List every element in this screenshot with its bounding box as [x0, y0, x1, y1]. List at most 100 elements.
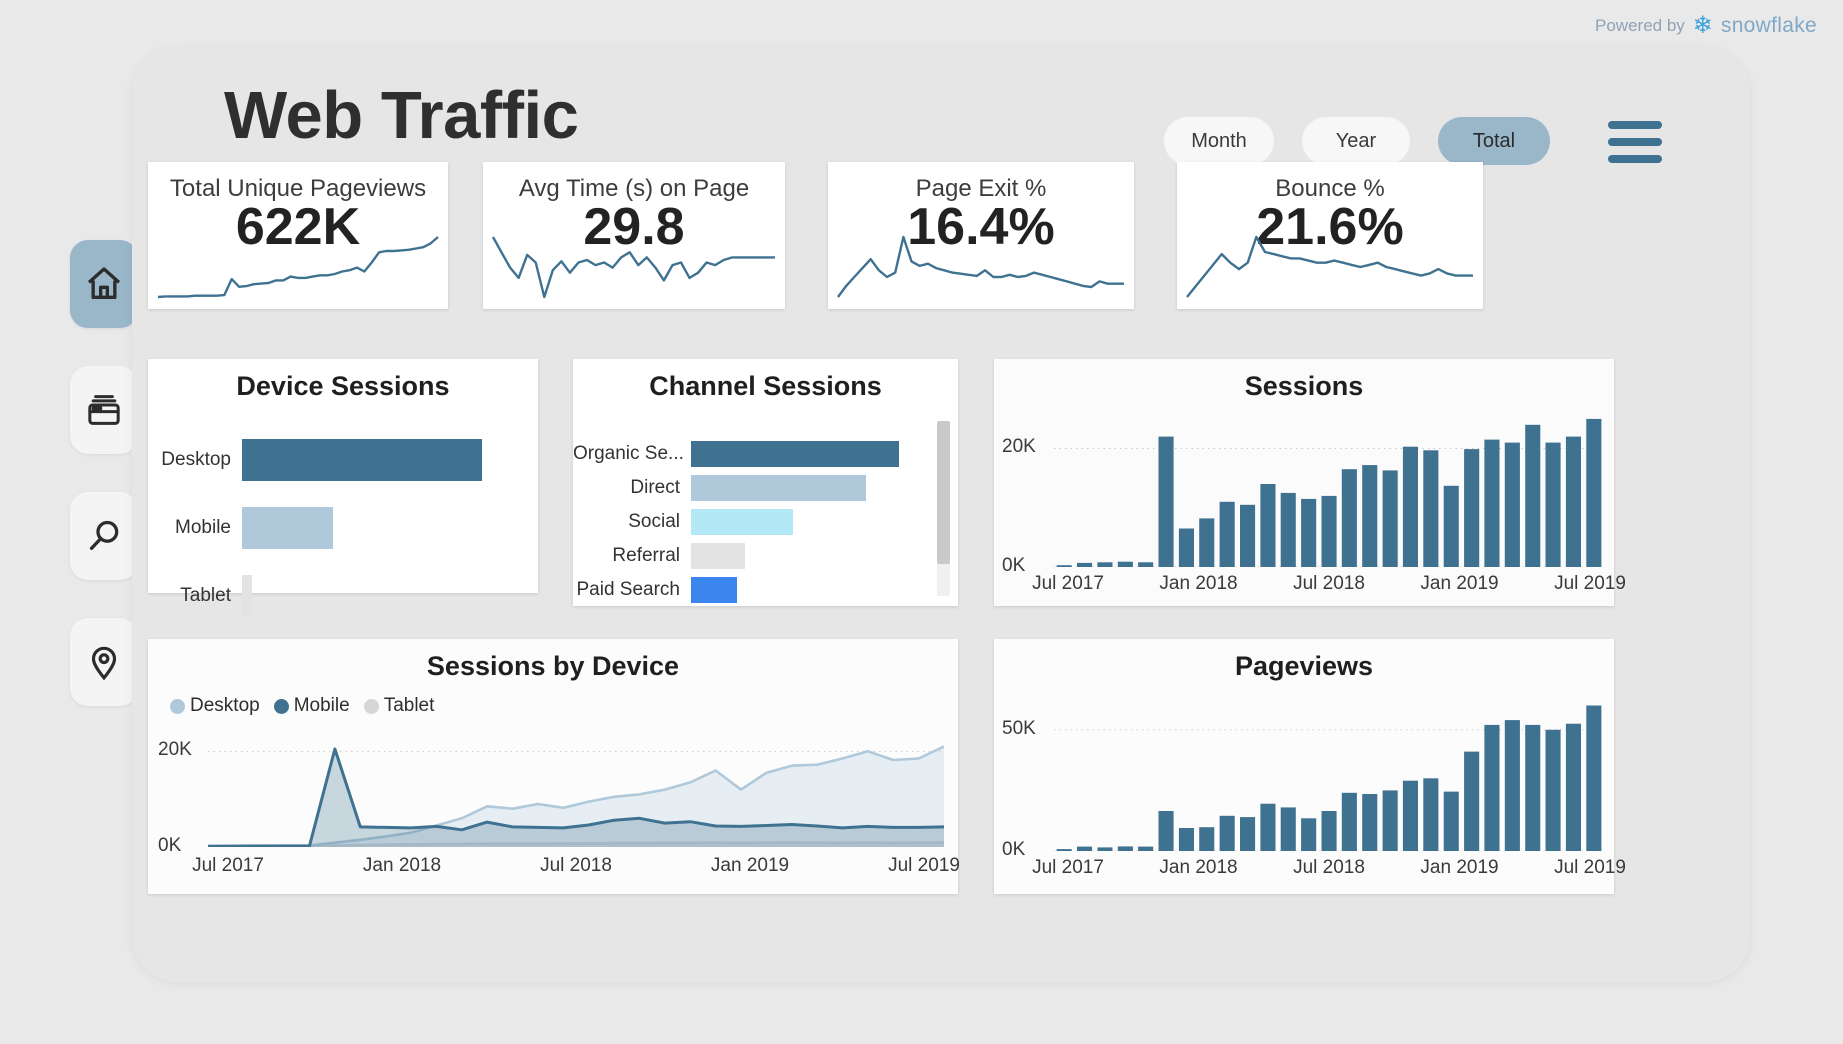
bar-row[interactable]: Organic Se... — [573, 441, 928, 467]
chart-card-device-sessions: Device Sessions Desktop Mobile Tablet — [148, 359, 538, 617]
sidebar-item-browser[interactable] — [70, 366, 138, 454]
bar[interactable] — [1240, 817, 1256, 851]
bar[interactable] — [1464, 449, 1480, 567]
bar[interactable] — [1423, 450, 1439, 567]
sidebar-item-home[interactable] — [70, 240, 138, 328]
bar[interactable] — [1199, 827, 1215, 851]
filter-total-button[interactable]: Total — [1438, 117, 1550, 165]
bar-row[interactable]: Paid Search — [573, 577, 928, 603]
bar[interactable] — [1117, 846, 1133, 851]
bar[interactable] — [1484, 439, 1500, 567]
bar-row[interactable]: Direct — [573, 475, 928, 501]
bar[interactable] — [1178, 828, 1194, 851]
bar-row[interactable]: Mobile — [148, 507, 538, 549]
bar[interactable] — [1138, 562, 1154, 567]
filter-year-button[interactable]: Year — [1302, 117, 1410, 165]
bar[interactable] — [1443, 791, 1459, 851]
bar[interactable] — [1158, 436, 1174, 567]
bar[interactable] — [691, 577, 737, 603]
bar[interactable] — [1077, 562, 1093, 567]
x-axis-tick-label: Jan 2018 — [1159, 573, 1238, 594]
bar[interactable] — [1341, 792, 1357, 851]
legend-item[interactable]: Mobile — [273, 695, 350, 717]
bar[interactable] — [1402, 780, 1418, 851]
sidebar-item-search[interactable] — [70, 492, 138, 580]
bar-label: Tablet — [180, 585, 231, 606]
bar[interactable] — [242, 507, 334, 549]
bar[interactable] — [1178, 528, 1194, 568]
bar[interactable] — [1301, 818, 1317, 851]
bar[interactable] — [1504, 442, 1520, 567]
bar[interactable] — [1117, 561, 1133, 567]
bar[interactable] — [1240, 504, 1256, 567]
kpi-card-bounce: Bounce % 21.6% — [1177, 162, 1483, 309]
bar[interactable] — [242, 575, 252, 617]
bar[interactable] — [1443, 485, 1459, 567]
bar[interactable] — [691, 543, 746, 569]
legend-item[interactable]: Desktop — [170, 695, 260, 717]
bar[interactable] — [1382, 470, 1398, 567]
x-axis-tick-label: Jan 2018 — [1159, 857, 1238, 878]
bar[interactable] — [691, 509, 793, 535]
bar[interactable] — [1219, 501, 1235, 567]
bar[interactable] — [1097, 562, 1113, 567]
bar[interactable] — [1077, 846, 1093, 851]
bar[interactable] — [1321, 495, 1337, 567]
bar[interactable] — [1341, 469, 1357, 567]
bar[interactable] — [691, 475, 866, 501]
bar[interactable] — [1545, 442, 1561, 567]
bar[interactable] — [1362, 794, 1378, 851]
dashboard-panel: Web Traffic Month Year Total Total Uniqu… — [132, 47, 1750, 982]
bar-row[interactable]: Referral — [573, 543, 928, 569]
bar[interactable] — [1402, 446, 1418, 567]
bar[interactable] — [1484, 724, 1500, 851]
bar[interactable] — [691, 441, 899, 467]
bar-row[interactable]: Desktop — [148, 439, 538, 481]
channel-scrollbar[interactable] — [937, 421, 950, 596]
bar[interactable] — [1525, 724, 1541, 851]
search-icon — [84, 516, 124, 556]
bar[interactable] — [1199, 518, 1215, 567]
bar[interactable] — [1158, 811, 1174, 851]
bar[interactable] — [1586, 418, 1602, 567]
filter-month-button[interactable]: Month — [1164, 117, 1274, 165]
bar[interactable] — [1565, 723, 1581, 851]
bar[interactable] — [1545, 729, 1561, 851]
bar[interactable] — [1525, 424, 1541, 567]
chart-card-pageviews: Pageviews 0K 50K Jul 2017 Jan 2018 Jul 2018… — [994, 639, 1626, 894]
bar[interactable] — [1382, 790, 1398, 851]
bar[interactable] — [1301, 498, 1317, 567]
bar[interactable] — [1280, 492, 1296, 567]
bar[interactable] — [1260, 484, 1276, 567]
bar[interactable] — [1504, 720, 1520, 851]
bar[interactable] — [1423, 778, 1439, 851]
bar[interactable] — [1056, 565, 1072, 567]
bar-label: Organic Se... — [573, 443, 684, 464]
x-axis-tick-label: Jan 2019 — [710, 855, 790, 876]
legend-label: Desktop — [190, 695, 260, 716]
bar[interactable] — [1138, 846, 1154, 851]
bar-row[interactable]: Social — [573, 509, 928, 535]
bar[interactable] — [1321, 811, 1337, 851]
bar[interactable] — [1056, 849, 1072, 851]
channel-scrollbar-thumb[interactable] — [937, 421, 950, 564]
x-axis-tick-label: Jul 2019 — [1554, 573, 1626, 594]
bar[interactable] — [1586, 705, 1602, 852]
bar[interactable] — [1260, 803, 1276, 851]
legend-item[interactable]: Tablet — [363, 695, 434, 717]
x-axis-tick-label: Jan 2018 — [362, 855, 442, 876]
sparkline-avg-time-on-page — [491, 236, 775, 299]
page-title: Web Traffic — [224, 78, 579, 153]
bar[interactable] — [1464, 751, 1480, 851]
bar[interactable] — [1565, 436, 1581, 567]
bar[interactable] — [1280, 807, 1296, 851]
sparkline-bounce — [1186, 235, 1473, 298]
bar[interactable] — [242, 439, 482, 481]
bar-row[interactable]: Tablet — [148, 575, 538, 617]
hamburger-menu-icon[interactable] — [1608, 121, 1662, 163]
sidebar-item-location[interactable] — [70, 618, 138, 706]
bar[interactable] — [1362, 465, 1378, 567]
chart-title: Device Sessions — [236, 371, 450, 401]
bar[interactable] — [1219, 815, 1235, 851]
bar[interactable] — [1097, 847, 1113, 851]
